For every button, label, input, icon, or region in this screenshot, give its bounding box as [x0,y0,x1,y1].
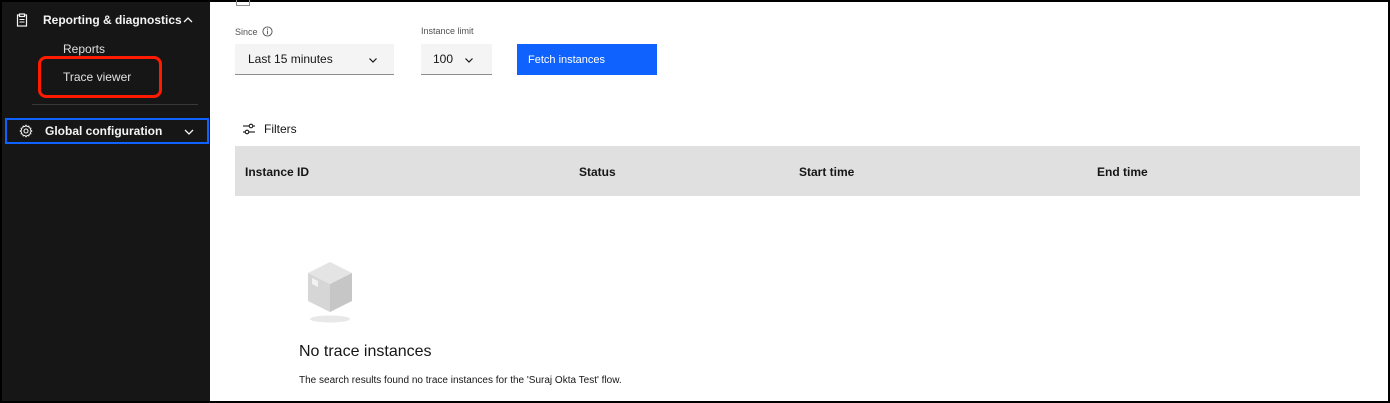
nav-group-global-configuration[interactable]: Global configuration [5,118,209,144]
clipboard-icon [16,13,28,27]
cropped-checkbox-icon [236,0,250,6]
sidebar-item-reports[interactable]: Reports [63,42,105,56]
instance-limit-select[interactable]: 100 [421,44,492,75]
instance-limit-value: 100 [433,52,454,66]
chevron-down-icon [369,58,377,63]
empty-box-icon [308,262,352,323]
since-field-label: Since [235,26,273,37]
sidebar: Reporting & diagnostics Reports Trace vi… [2,2,210,401]
chevron-down-icon [465,58,473,63]
empty-state-title: No trace instances [299,343,432,360]
instance-limit-label: Instance limit [421,26,474,36]
nav-group-reporting-diagnostics[interactable]: Reporting & diagnostics [2,5,208,35]
since-select-value: Last 15 minutes [248,52,333,66]
nav-group-label: Reporting & diagnostics [43,13,182,27]
info-icon[interactable] [261,26,273,37]
column-header-status[interactable]: Status [579,165,616,179]
table-header: Instance ID Status Start time End time [235,146,1360,196]
sidebar-divider [32,104,198,105]
fetch-instances-button[interactable]: Fetch instances [517,44,657,75]
nav-group-label: Global configuration [45,124,163,138]
since-select[interactable]: Last 15 minutes [235,44,394,75]
chevron-down-icon [184,129,194,135]
empty-state-description: The search results found no trace instan… [299,375,622,386]
since-label-text: Since [235,26,258,37]
chevron-up-icon [183,17,193,23]
filters-label: Filters [264,122,297,136]
column-header-start-time[interactable]: Start time [799,165,854,179]
column-header-instance-id[interactable]: Instance ID [245,165,309,179]
column-header-end-time[interactable]: End time [1097,165,1148,179]
gear-icon [19,124,33,138]
filters-toggle[interactable]: Filters [242,122,297,136]
annotation-highlight-box [38,56,162,98]
app-frame: Reporting & diagnostics Reports Trace vi… [0,0,1390,403]
main-content: Since Instance limit Last 15 minutes 100… [210,0,1388,401]
filter-sliders-icon [243,123,255,135]
